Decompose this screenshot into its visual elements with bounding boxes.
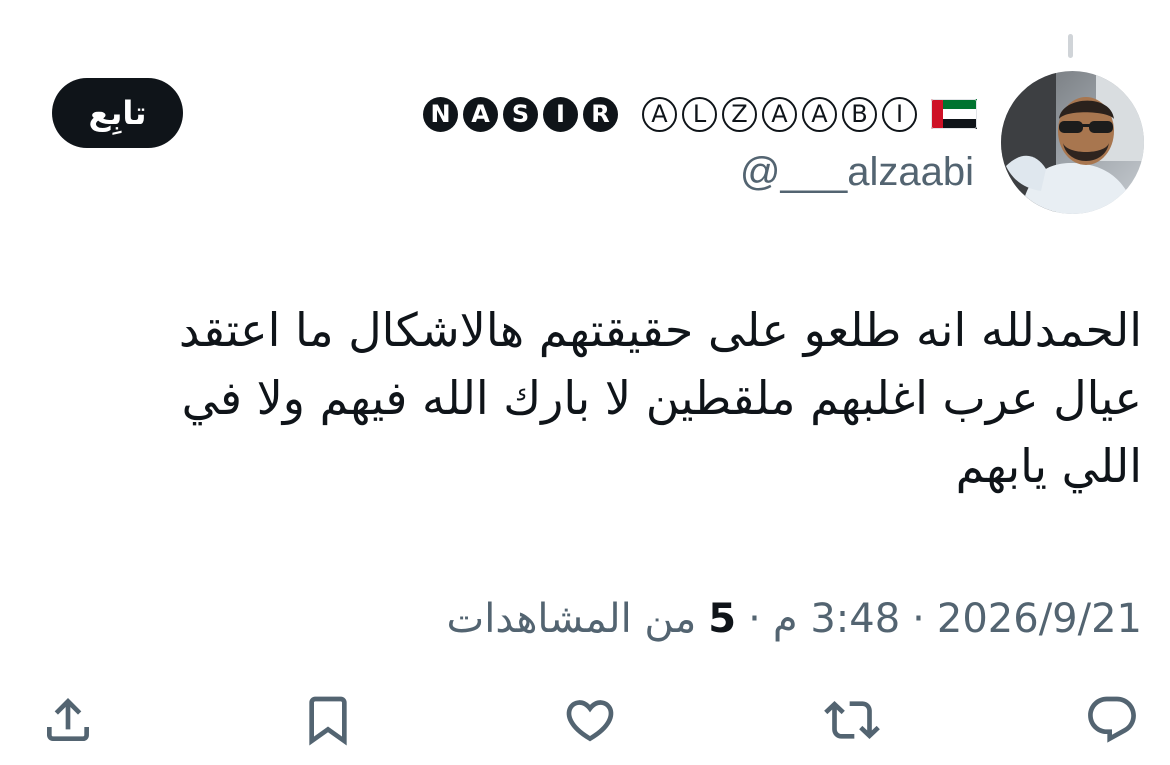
tweet-line: اللي يابهم (955, 439, 1142, 493)
like-button[interactable] (560, 690, 620, 750)
separator: · (912, 596, 925, 642)
avatar-photo (1001, 71, 1144, 214)
share-button[interactable] (38, 690, 98, 750)
name-letter: Z (722, 96, 757, 132)
tweet-text: الحمدلله انه طلعو على حقيقتهم هالاشكال م… (82, 296, 1142, 500)
share-icon (47, 698, 89, 741)
name-letter: S (503, 96, 538, 132)
like-icon (566, 700, 614, 742)
reply-icon (1088, 696, 1136, 743)
name-letter: A (802, 96, 837, 132)
tweet-line: الحمدلله انه طلعو على حقيقتهم هالاشكال م… (178, 303, 1142, 357)
uae-flag-icon (931, 99, 977, 129)
name-letter: R (583, 96, 618, 132)
name-letter: A (762, 96, 797, 132)
reply-button[interactable] (1082, 690, 1142, 750)
name-letter: I (882, 96, 917, 132)
name-letter: A (642, 96, 677, 132)
name-letter: L (682, 96, 717, 132)
name-letter: A (463, 96, 498, 132)
tweet-time[interactable]: 3:48 م (773, 596, 900, 642)
name-letter: I (543, 96, 578, 132)
views-label[interactable]: من المشاهدات (447, 596, 697, 642)
bookmark-button[interactable] (298, 690, 358, 750)
tweet-date[interactable]: 2026/9/21 (937, 596, 1142, 642)
display-name: NASIRALZAABI (423, 96, 917, 132)
name-letter: B (842, 96, 877, 132)
tweet-actions (0, 690, 1170, 750)
retweet-icon (824, 701, 880, 739)
author-handle[interactable]: @___alzaabi (740, 150, 974, 195)
separator: · (748, 596, 761, 642)
bookmark-icon (309, 696, 347, 746)
follow-button[interactable]: تابِع (52, 78, 183, 148)
name-letter: N (423, 96, 458, 132)
author-name[interactable]: NASIRALZAABI (423, 92, 977, 136)
views-count[interactable]: 5 (708, 596, 736, 642)
tweet-line: عيال عرب اغلبهم ملقطين لا بارك الله فيهم… (181, 371, 1142, 425)
retweet-button[interactable] (822, 690, 882, 750)
avatar[interactable] (1001, 71, 1144, 214)
tweet-metadata: 2026/9/21 · 3:48 م · 5 من المشاهدات (447, 596, 1142, 642)
thread-connector (1068, 34, 1073, 58)
